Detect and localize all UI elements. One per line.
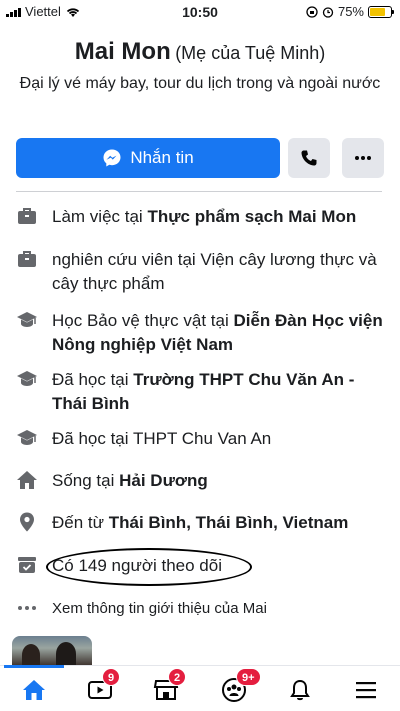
see-about-info[interactable]: Xem thông tin giới thiệu của Mai	[16, 597, 386, 621]
detail-text: Đã học tại Trường THPT Chu Văn An - Thái…	[52, 370, 355, 413]
ellipsis-icon	[355, 156, 371, 160]
graduation-cap-icon	[17, 312, 37, 327]
detail-text: Đã học tại THPT Chu Van An	[52, 429, 272, 448]
tab-marketplace[interactable]: 2	[146, 668, 187, 706]
ellipsis-icon	[18, 606, 36, 610]
tab-groups[interactable]: 9+	[214, 668, 261, 706]
tab-home[interactable]	[14, 674, 54, 706]
bottom-nav: 9 2 9+	[0, 665, 400, 711]
home-icon	[23, 680, 45, 700]
detail-lives-in: Sống tại Hải Dương	[16, 469, 386, 493]
detail-education-1: Học Bảo vệ thực vật tại Diễn Đàn Học việ…	[16, 309, 386, 357]
tab-video[interactable]: 9	[80, 668, 121, 706]
message-button-label: Nhắn tin	[130, 148, 194, 167]
annotation-oval	[46, 548, 252, 586]
briefcase-icon	[18, 208, 36, 224]
profile-name-line: Mai Mon (Mẹ của Tuệ Minh)	[0, 38, 400, 66]
detail-text: Đến từ Thái Bình, Thái Bình, Vietnam	[52, 513, 349, 532]
call-button[interactable]	[288, 138, 330, 178]
detail-text: Sống tại Hải Dương	[52, 471, 208, 490]
section-divider	[16, 191, 382, 192]
followers-icon	[18, 557, 36, 573]
profile-actions: Nhắn tin	[16, 138, 384, 178]
alarm-icon	[322, 6, 334, 18]
detail-work-2: nghiên cứu viên tại Viện cây lương thực …	[16, 248, 386, 296]
message-button[interactable]: Nhắn tin	[16, 138, 280, 178]
detail-education-2: Đã học tại Trường THPT Chu Văn An - Thái…	[16, 368, 386, 416]
home-icon	[17, 471, 37, 489]
phone-icon	[301, 150, 317, 166]
photo-figure	[56, 642, 76, 666]
graduation-cap-icon	[17, 430, 37, 445]
battery-icon	[368, 5, 394, 18]
lock-rotation-icon	[306, 5, 318, 18]
detail-education-3: Đã học tại THPT Chu Van An	[16, 427, 386, 451]
profile-name: Mai Mon	[74, 38, 171, 65]
menu-icon	[356, 682, 376, 699]
more-options-button[interactable]	[342, 138, 384, 178]
detail-text: Xem thông tin giới thiệu của Mai	[52, 600, 267, 617]
battery-percent: 75%	[337, 4, 364, 19]
status-right: 75%	[306, 4, 394, 19]
featured-photo[interactable]	[12, 636, 92, 666]
profile-alternate-name: (Mẹ của Tuệ Minh)	[175, 43, 326, 63]
briefcase-icon	[18, 251, 36, 267]
groups-badge: 9+	[236, 668, 261, 686]
messenger-icon	[103, 149, 121, 167]
detail-from: Đến từ Thái Bình, Thái Bình, Vietnam	[16, 511, 386, 535]
detail-text: Làm việc tại Thực phẩm sạch Mai Mon	[52, 207, 357, 226]
graduation-cap-icon	[17, 371, 37, 386]
status-bar: Viettel 10:50 75%	[0, 0, 400, 24]
video-badge: 9	[102, 668, 121, 686]
tab-menu[interactable]	[346, 674, 386, 706]
tab-notifications[interactable]	[280, 674, 320, 706]
detail-work-1: Làm việc tại Thực phẩm sạch Mai Mon	[16, 205, 386, 229]
bell-icon	[290, 679, 310, 701]
location-pin-icon	[20, 512, 34, 532]
detail-text: nghiên cứu viên tại Viện cây lương thực …	[52, 250, 377, 293]
photo-figure	[22, 644, 40, 666]
active-tab-indicator	[4, 665, 64, 668]
detail-text: Học Bảo vệ thực vật tại Diễn Đàn Học việ…	[52, 311, 383, 354]
profile-bio: Đại lý vé máy bay, tour du lịch trong và…	[19, 75, 381, 92]
marketplace-badge: 2	[168, 668, 187, 686]
